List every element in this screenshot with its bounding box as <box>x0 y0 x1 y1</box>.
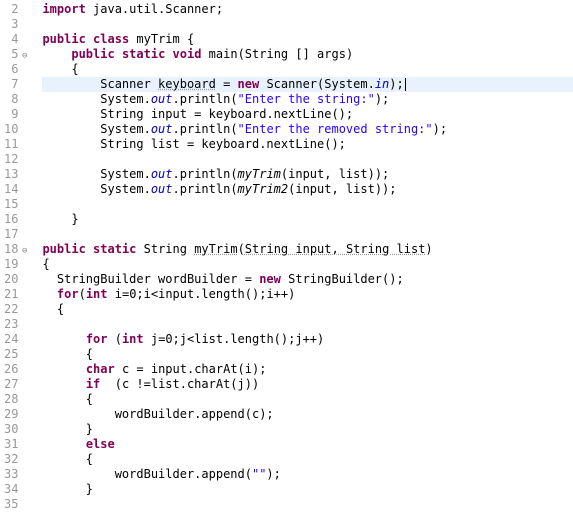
line-number: 12 <box>4 152 27 167</box>
code-line[interactable]: { <box>42 257 573 272</box>
line-number: 14 <box>4 182 27 197</box>
code-line[interactable]: System.out.println("Enter the string:"); <box>42 92 573 107</box>
code-line[interactable] <box>42 317 573 332</box>
line-number: 16 <box>4 212 27 227</box>
line-number: 33 <box>4 467 27 482</box>
code-editor: 2345⊖6789101112131415161718⊖192021222324… <box>0 0 573 522</box>
line-number: 18⊖ <box>4 242 27 257</box>
code-line[interactable] <box>42 17 573 32</box>
code-line[interactable]: String list = keyboard.nextLine(); <box>42 137 573 152</box>
code-line[interactable]: { <box>42 392 573 407</box>
line-number: 17 <box>4 227 27 242</box>
code-line[interactable]: String input = keyboard.nextLine(); <box>42 107 573 122</box>
line-number: 25 <box>4 347 27 362</box>
line-number: 5⊖ <box>4 47 27 62</box>
code-line[interactable] <box>42 227 573 242</box>
line-number-gutter: 2345⊖6789101112131415161718⊖192021222324… <box>0 0 36 522</box>
line-number: 21 <box>4 287 27 302</box>
code-line[interactable]: for(int i=0;i<input.length();i++) <box>42 287 573 302</box>
line-number: 20 <box>4 272 27 287</box>
code-line[interactable]: import java.util.Scanner; <box>42 2 573 17</box>
line-number: 8 <box>4 92 27 107</box>
line-number: 11 <box>4 137 27 152</box>
line-number: 32 <box>4 452 27 467</box>
code-line[interactable]: System.out.println("Enter the removed st… <box>42 122 573 137</box>
line-number: 34 <box>4 482 27 497</box>
line-number: 6 <box>4 62 27 77</box>
code-line[interactable]: public class myTrim { <box>42 32 573 47</box>
code-line[interactable]: wordBuilder.append(""); <box>42 467 573 482</box>
code-line[interactable]: else <box>42 437 573 452</box>
code-line[interactable]: public static String myTrim(String input… <box>42 242 573 257</box>
line-number: 7 <box>4 77 27 92</box>
line-number: 29 <box>4 407 27 422</box>
code-line[interactable] <box>42 497 573 512</box>
line-number: 19 <box>4 257 27 272</box>
line-number: 22 <box>4 302 27 317</box>
code-line[interactable]: wordBuilder.append(c); <box>42 407 573 422</box>
line-number: 4 <box>4 32 27 47</box>
line-number: 23 <box>4 317 27 332</box>
code-line[interactable]: StringBuilder wordBuilder = new StringBu… <box>42 272 573 287</box>
code-line[interactable]: { <box>42 62 573 77</box>
code-line[interactable]: } <box>42 422 573 437</box>
line-number: 27 <box>4 377 27 392</box>
code-line[interactable]: for (int j=0;j<list.length();j++) <box>42 332 573 347</box>
line-number: 30 <box>4 422 27 437</box>
code-line[interactable]: { <box>42 302 573 317</box>
code-line[interactable]: Scanner keyboard = new Scanner(System.in… <box>42 77 573 92</box>
line-number: 9 <box>4 107 27 122</box>
code-line[interactable]: { <box>42 452 573 467</box>
code-line[interactable] <box>42 152 573 167</box>
line-number: 2 <box>4 2 27 17</box>
code-line[interactable]: } <box>42 212 573 227</box>
code-line[interactable]: { <box>42 347 573 362</box>
line-number: 15 <box>4 197 27 212</box>
line-number: 26 <box>4 362 27 377</box>
line-number: 13 <box>4 167 27 182</box>
code-line[interactable]: char c = input.charAt(i); <box>42 362 573 377</box>
line-number: 31 <box>4 437 27 452</box>
code-line[interactable] <box>42 197 573 212</box>
line-number: 28 <box>4 392 27 407</box>
code-line[interactable]: System.out.println(myTrim2(input, list))… <box>42 182 573 197</box>
text-cursor <box>405 78 406 91</box>
code-line[interactable]: System.out.println(myTrim(input, list)); <box>42 167 573 182</box>
line-number: 24 <box>4 332 27 347</box>
code-line[interactable]: if (c !=list.charAt(j)) <box>42 377 573 392</box>
code-line[interactable]: } <box>42 482 573 497</box>
line-number: 10 <box>4 122 27 137</box>
line-number: 3 <box>4 17 27 32</box>
code-line[interactable]: public static void main(String [] args) <box>42 47 573 62</box>
line-number: 35 <box>4 497 27 512</box>
code-area[interactable]: import java.util.Scanner; public class my… <box>36 0 573 522</box>
